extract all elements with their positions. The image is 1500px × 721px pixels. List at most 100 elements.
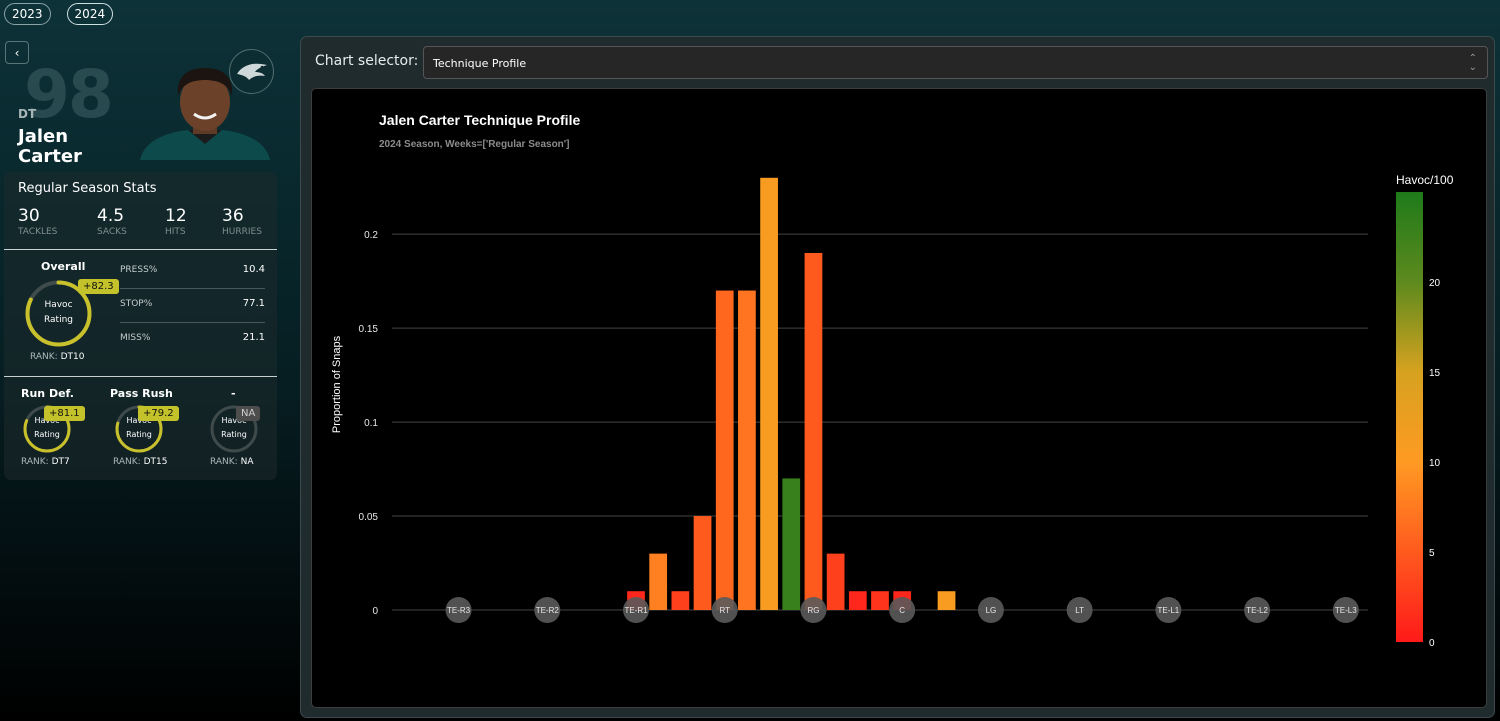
metric-stop: STOP% 77.1 [120, 288, 265, 322]
total-label: TACKLES [18, 227, 58, 237]
total-hits: 12 HITS [165, 206, 187, 237]
position-marker-label: RT [719, 606, 730, 615]
position-marker-label: C [899, 606, 905, 615]
position-marker-label: LG [986, 606, 997, 615]
metric-value: 77.1 [242, 298, 265, 309]
y-tick-label: 0.15 [359, 324, 379, 335]
total-value: 36 [222, 206, 244, 226]
y-axis-label: Proportion of Snaps [331, 335, 343, 433]
position-marker-label: TE-R2 [536, 606, 560, 615]
ring-label-rating: Rating [221, 430, 247, 439]
run-def-rank: RANK: DT7 [21, 457, 70, 467]
rank-value: DT7 [51, 457, 70, 467]
colorbar [1396, 192, 1423, 642]
colorbar-tick-label: 5 [1429, 548, 1435, 559]
position-marker-label: TE-R1 [624, 606, 648, 615]
pass-rush-title: Pass Rush [110, 387, 173, 400]
eagle-logo-icon [236, 63, 267, 80]
colorbar-tick-label: 10 [1429, 458, 1441, 469]
rank-value: DT10 [60, 352, 85, 362]
position-marker-label: LT [1075, 606, 1084, 615]
position-marker-label: TE-L1 [1157, 606, 1179, 615]
position-marker-label: TE-L3 [1335, 606, 1357, 615]
other-rating-title: - [231, 387, 236, 400]
run-def-badge: +81.1 [44, 406, 85, 421]
rank-value: DT15 [143, 457, 168, 467]
rank-label: RANK: [113, 457, 141, 467]
rank-label: RANK: [21, 457, 49, 467]
chart-bar [760, 177, 778, 610]
pass-rush-rank: RANK: DT15 [113, 457, 167, 467]
season-totals: 30 TACKLES 4.5 SACKS 12 HITS 36 HURRIES [4, 206, 277, 242]
player-position: DT [18, 107, 37, 121]
stats-card: Regular Season Stats 30 TACKLES 4.5 SACK… [4, 172, 277, 480]
colorbar-title: Havoc/100 [1396, 173, 1454, 187]
chart-subtitle: 2024 Season, Weeks=['Regular Season'] [379, 139, 570, 150]
technique-profile-chart: Jalen Carter Technique Profile 2024 Seaso… [331, 112, 1454, 649]
total-label: HITS [165, 227, 186, 237]
metric-value: 21.1 [242, 332, 265, 343]
chart-bar [782, 478, 801, 610]
chart-bar [715, 290, 734, 610]
chart-bar [804, 252, 823, 611]
chart-bar [693, 516, 712, 610]
jersey-number: 98 [24, 56, 114, 133]
chart-title: Jalen Carter Technique Profile [379, 112, 580, 128]
player-last-name: Carter [18, 146, 82, 167]
overall-badge: +82.3 [78, 279, 119, 294]
total-value: 12 [165, 206, 187, 226]
total-value: 30 [18, 206, 40, 226]
run-def-title: Run Def. [21, 387, 74, 400]
chart-container: Jalen Carter Technique Profile 2024 Seaso… [311, 88, 1487, 708]
chart-bar [671, 591, 690, 610]
total-label: HURRIES [222, 227, 262, 237]
metric-value: 10.4 [242, 264, 265, 275]
metric-key: PRESS% [120, 265, 158, 275]
y-tick-label: 0.05 [359, 512, 379, 523]
metric-key: STOP% [120, 299, 153, 309]
position-marker-label: TE-L2 [1246, 606, 1268, 615]
chart-selector-label: Chart selector: [315, 53, 419, 69]
colorbar-tick-label: 15 [1429, 368, 1441, 379]
divider [4, 249, 277, 250]
y-tick-label: 0.1 [364, 418, 378, 429]
chart-selector-dropdown[interactable]: Technique Profile ⌃ ⌄ [423, 46, 1488, 79]
metric-miss: MISS% 21.1 [120, 322, 265, 356]
ring-label-rating: Rating [126, 430, 152, 439]
chart-bar [848, 591, 867, 610]
pass-rush-badge: +79.2 [138, 406, 179, 421]
chart-bar [826, 553, 845, 610]
player-name: Jalen Carter [18, 127, 82, 167]
y-tick-label: 0.2 [364, 230, 378, 241]
team-logo [229, 49, 274, 94]
position-marker-label: RG [807, 606, 819, 615]
other-badge: NA [236, 406, 261, 421]
metric-key: MISS% [120, 333, 151, 343]
ring-label-rating: Rating [34, 430, 60, 439]
total-label: SACKS [97, 227, 127, 237]
stats-title: Regular Season Stats [18, 181, 157, 196]
player-first-name: Jalen [18, 126, 69, 147]
total-value: 4.5 [97, 206, 125, 226]
ring-label-havoc: Havoc [44, 300, 73, 310]
y-tick-label: 0 [372, 606, 378, 617]
year-tabs: 2023 2024 [4, 3, 114, 25]
chart-selector-value: Technique Profile [433, 57, 527, 70]
chart-bar [649, 553, 668, 610]
total-hurries: 36 HURRIES [222, 206, 262, 237]
chart-panel: Chart selector: Technique Profile ⌃ ⌄ Jal… [300, 36, 1495, 718]
tab-year-2024[interactable]: 2024 [66, 3, 114, 25]
metric-press: PRESS% 10.4 [120, 254, 265, 288]
chart-bar [738, 290, 756, 610]
ring-label-rating: Rating [43, 315, 74, 325]
divider [4, 376, 277, 377]
overall-title: Overall [41, 260, 86, 273]
colorbar-tick-label: 20 [1429, 278, 1441, 289]
overall-rank: RANK: DT10 [30, 352, 84, 362]
chart-bar [871, 591, 889, 610]
tab-year-2023[interactable]: 2023 [4, 3, 51, 25]
other-rank: RANK: NA [210, 457, 253, 467]
chevron-updown-icon: ⌃ ⌄ [1468, 53, 1477, 73]
rank-label: RANK: [30, 352, 58, 362]
total-sacks: 4.5 SACKS [97, 206, 127, 237]
